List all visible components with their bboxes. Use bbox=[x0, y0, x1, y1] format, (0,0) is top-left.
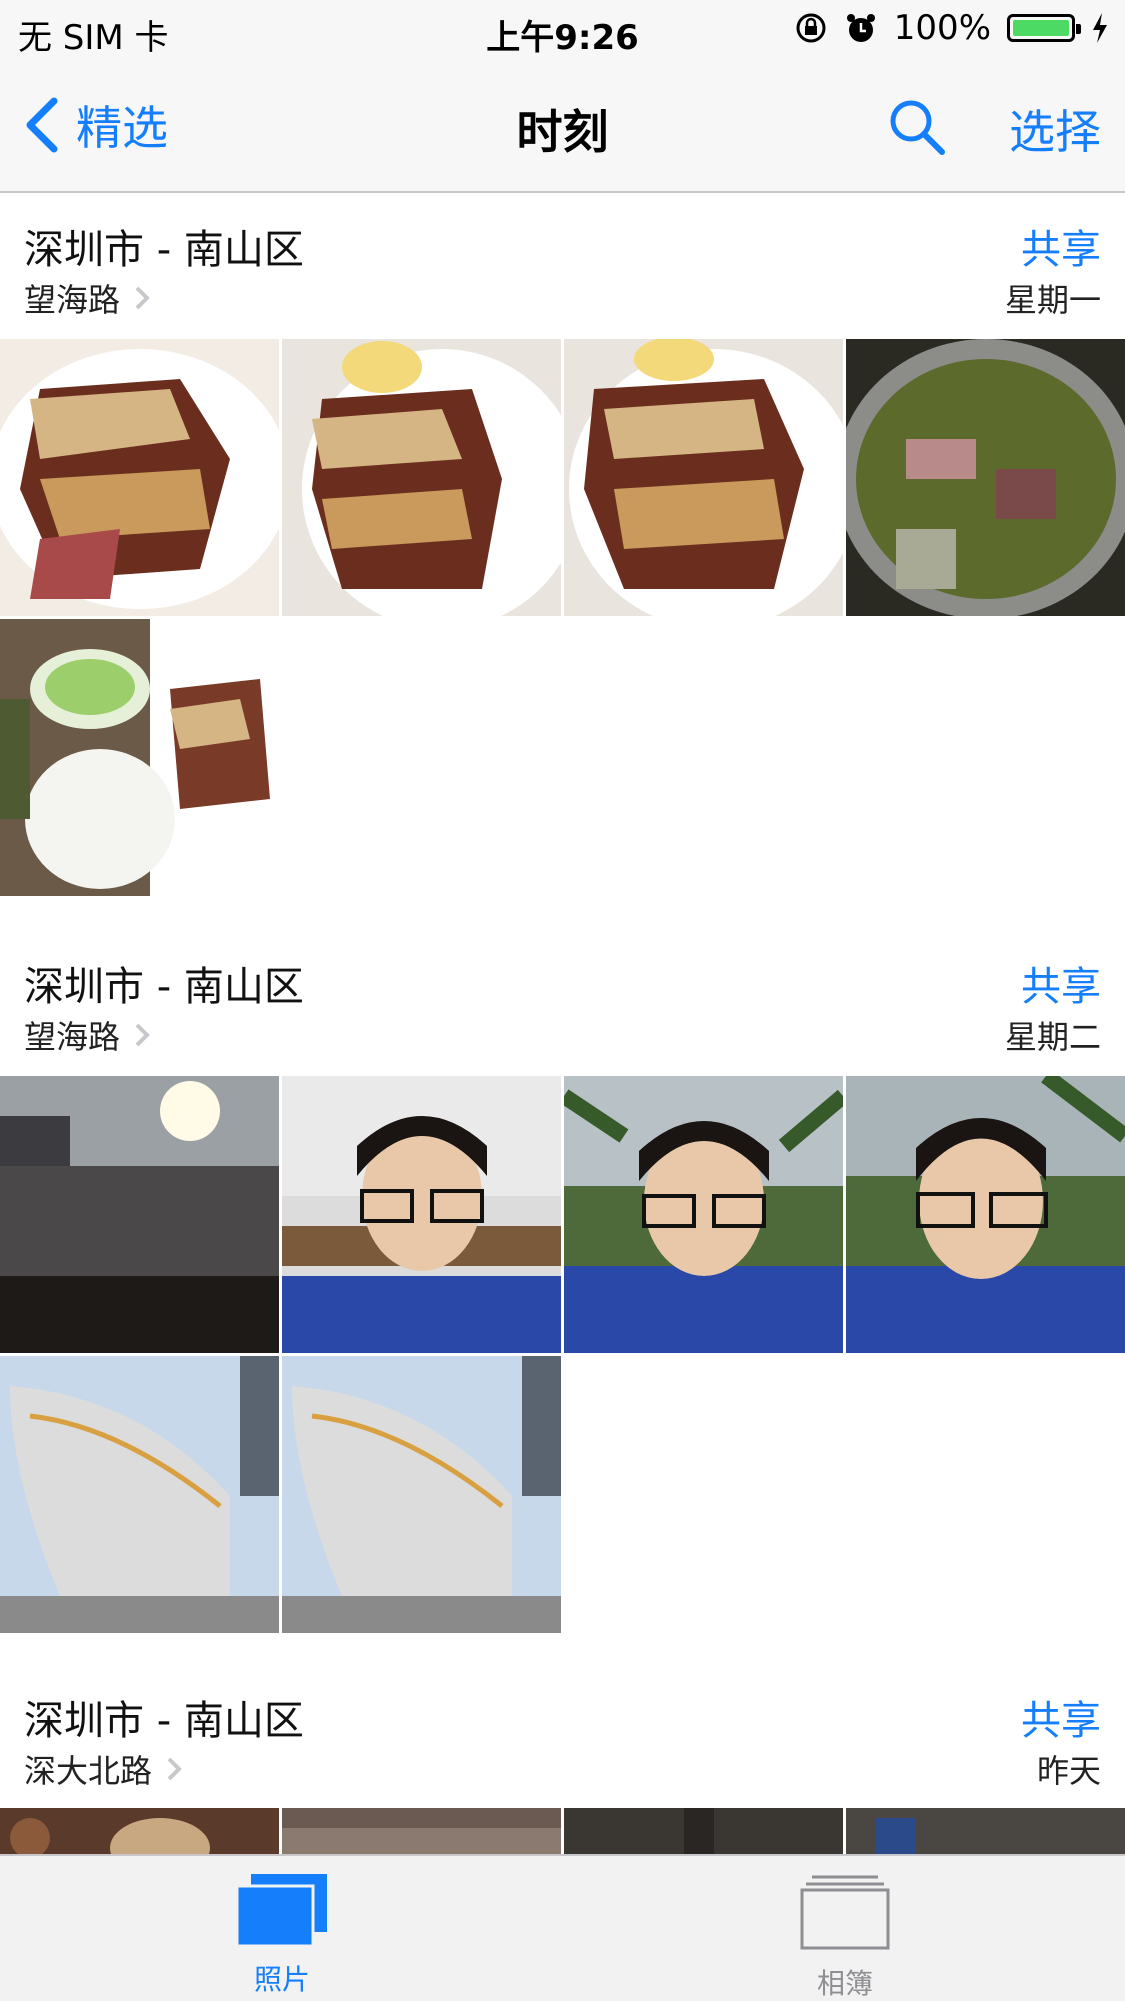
share-button[interactable]: 共享 bbox=[1021, 217, 1101, 275]
tab-albums-label: 相簿 bbox=[816, 1967, 873, 2000]
chevron-right-icon bbox=[135, 1023, 150, 1047]
photo-thumbnail[interactable] bbox=[846, 1808, 1125, 1854]
moment-section: 深圳市 - 南山区 望海路 共享 星期二 bbox=[0, 930, 1125, 1633]
charging-bolt-icon bbox=[1093, 13, 1107, 43]
section-sublocation: 望海路 bbox=[24, 275, 152, 321]
sublocation-label: 望海路 bbox=[24, 281, 121, 319]
section-day: 昨天 bbox=[1036, 1752, 1101, 1790]
section-day: 星期一 bbox=[1004, 281, 1101, 319]
moment-section: 深圳市 - 南山区 望海路 共享 星期一 bbox=[0, 193, 1125, 896]
photo-thumbnail[interactable] bbox=[564, 1808, 843, 1854]
photo-thumbnail[interactable] bbox=[282, 1808, 561, 1854]
section-header[interactable]: 深圳市 - 南山区 望海路 共享 星期一 bbox=[0, 193, 1125, 339]
share-button[interactable]: 共享 bbox=[1021, 1688, 1101, 1746]
section-location: 深圳市 - 南山区 bbox=[24, 1698, 304, 1744]
navigation-bar: 精选 时刻 选择 bbox=[0, 62, 1125, 192]
photos-tab-icon bbox=[235, 1874, 327, 1948]
sublocation-label: 望海路 bbox=[24, 1018, 121, 1056]
moment-section: 深圳市 - 南山区 深大北路 共享 昨天 bbox=[0, 1664, 1125, 1854]
section-header[interactable]: 深圳市 - 南山区 深大北路 共享 昨天 bbox=[0, 1664, 1125, 1810]
status-bar: 无 SIM 卡 上午9:26 100% bbox=[0, 0, 1125, 62]
photo-thumbnail[interactable] bbox=[282, 1356, 561, 1633]
photo-thumbnail[interactable] bbox=[0, 1076, 279, 1353]
photo-thumbnail[interactable] bbox=[846, 339, 1125, 616]
top-bar: 无 SIM 卡 上午9:26 100% 精选 时刻 选择 bbox=[0, 0, 1125, 193]
photo-thumbnail[interactable] bbox=[0, 1808, 279, 1854]
section-location: 深圳市 - 南山区 bbox=[24, 227, 304, 273]
search-icon[interactable] bbox=[886, 96, 946, 156]
tab-photos-label: 照片 bbox=[253, 1963, 310, 1996]
section-sublocation: 望海路 bbox=[24, 1012, 152, 1058]
alarm-icon bbox=[846, 14, 875, 42]
photo-thumbnail[interactable] bbox=[846, 1076, 1125, 1353]
battery-percent: 100% bbox=[893, 8, 991, 48]
section-header[interactable]: 深圳市 - 南山区 望海路 共享 星期二 bbox=[0, 930, 1125, 1076]
status-right: 100% bbox=[794, 8, 1109, 48]
tab-photos[interactable]: 照片 bbox=[182, 1874, 382, 1998]
photo-thumbnail[interactable] bbox=[564, 1076, 843, 1353]
tab-albums[interactable]: 相簿 bbox=[745, 1874, 945, 2002]
page-title: 时刻 bbox=[516, 105, 609, 159]
photo-thumbnail[interactable] bbox=[564, 339, 843, 616]
chevron-right-icon bbox=[135, 286, 150, 310]
select-button[interactable]: 选择 bbox=[1009, 96, 1101, 162]
section-sublocation: 深大北路 bbox=[24, 1746, 184, 1792]
share-button[interactable]: 共享 bbox=[1021, 954, 1101, 1012]
photo-thumbnail[interactable] bbox=[282, 1076, 561, 1353]
albums-tab-icon bbox=[800, 1875, 890, 1950]
tab-bar: 照片 相簿 bbox=[0, 1854, 1125, 2001]
photo-thumbnail[interactable] bbox=[282, 339, 561, 616]
section-day: 星期二 bbox=[1004, 1018, 1101, 1056]
rotation-lock-icon bbox=[796, 13, 826, 43]
chevron-right-icon bbox=[167, 1757, 182, 1781]
photo-thumbnail[interactable] bbox=[0, 339, 279, 616]
photo-thumbnail[interactable] bbox=[0, 1356, 279, 1633]
photo-thumbnail[interactable] bbox=[0, 619, 279, 896]
section-location: 深圳市 - 南山区 bbox=[24, 964, 304, 1010]
sublocation-label: 深大北路 bbox=[24, 1752, 153, 1790]
battery-icon bbox=[1007, 14, 1081, 42]
